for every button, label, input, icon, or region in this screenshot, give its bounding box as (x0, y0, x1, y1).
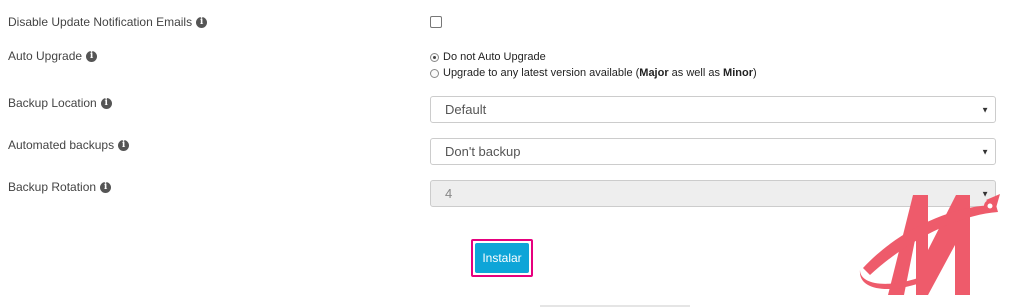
install-button[interactable]: Instalar (475, 243, 529, 273)
backup-location-select[interactable]: Default ▼ (430, 96, 996, 123)
radio-button[interactable] (430, 68, 439, 78)
automated-backups-select[interactable]: Don't backup ▼ (430, 138, 996, 165)
automated-backups-value: Don't backup (445, 144, 521, 159)
disable-emails-checkbox[interactable] (430, 16, 442, 28)
caret-down-icon: ▼ (981, 105, 989, 114)
brand-logo (859, 194, 1000, 295)
info-icon: i (100, 181, 112, 193)
radio-label-upgrade: Upgrade to any latest version available … (443, 67, 757, 79)
disable-emails-label-group: Disable Update Notification Emails i (8, 15, 208, 29)
backup-location-value: Default (445, 102, 487, 117)
automated-backups-label-group: Automated backups i (8, 138, 130, 152)
radio-upgrade-latest[interactable]: Upgrade to any latest version available … (430, 67, 757, 79)
backup-rotation-label-group: Backup Rotation i (8, 180, 112, 194)
info-icon: i (118, 139, 130, 151)
backup-rotation-label: Backup Rotation (8, 180, 97, 194)
caret-down-icon: ▼ (981, 147, 989, 156)
backup-rotation-value: 4 (445, 186, 453, 201)
install-button-highlight: Instalar (471, 239, 533, 277)
auto-upgrade-label: Auto Upgrade (8, 49, 83, 63)
automated-backups-label: Automated backups (8, 138, 115, 152)
backup-location-label: Backup Location (8, 96, 97, 110)
info-icon: i (100, 97, 112, 109)
radio-button-checked[interactable] (430, 52, 439, 62)
info-icon: i (196, 16, 208, 28)
auto-upgrade-label-group: Auto Upgrade i (8, 49, 98, 63)
disable-emails-label: Disable Update Notification Emails (8, 15, 193, 29)
radio-do-not-auto-upgrade[interactable]: Do not Auto Upgrade (430, 51, 546, 63)
info-icon: i (86, 50, 98, 62)
radio-label-do-not: Do not Auto Upgrade (443, 51, 546, 63)
backup-location-label-group: Backup Location i (8, 96, 112, 110)
